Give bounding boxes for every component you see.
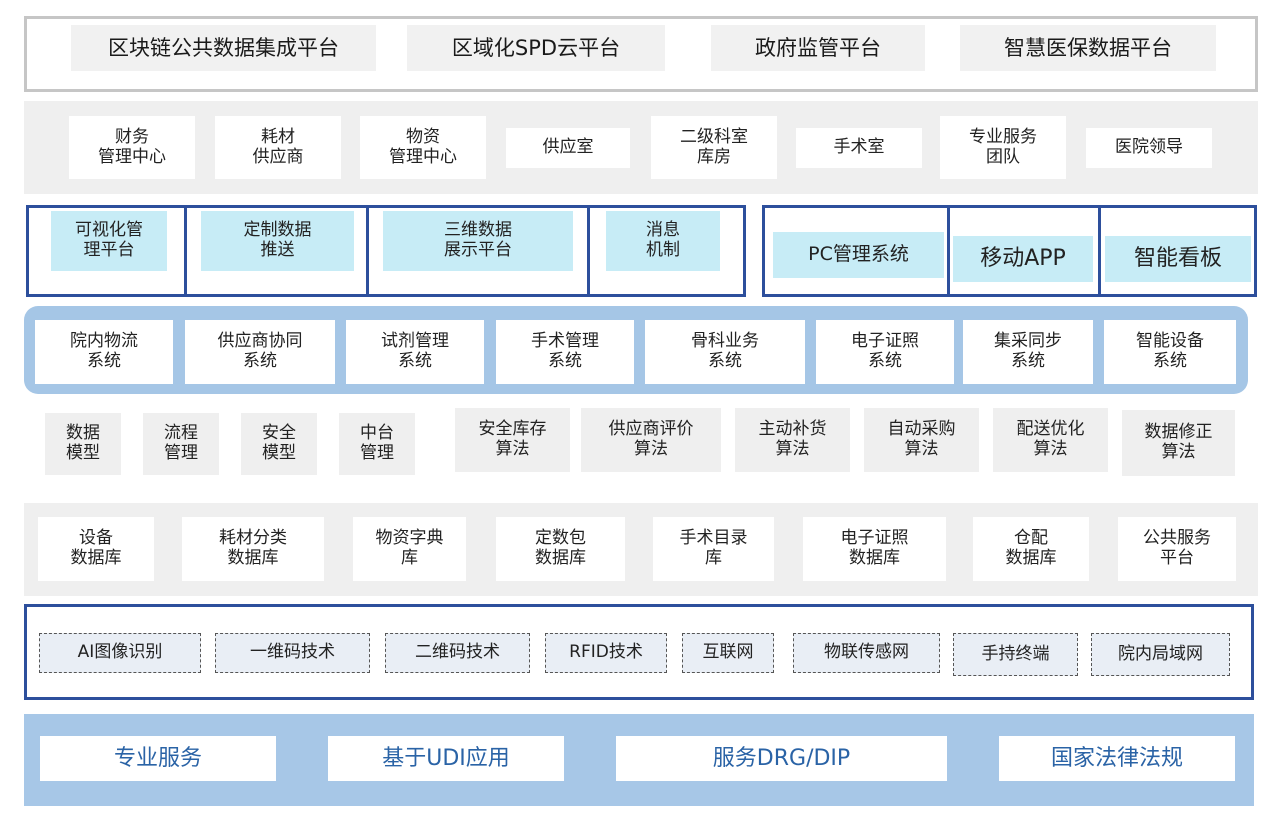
platform-government: 政府监管平台 — [711, 25, 925, 71]
database-layer: 设备 数据库 耗材分类 数据库 物资字典 库 定数包 数据库 手术目录 库 电子… — [24, 503, 1258, 596]
presentation-left-frame: 可视化管 理平台 定制数据 推送 三维数据 展示平台 消息 机制 — [26, 205, 746, 297]
dept-finance: 财务 管理中心 — [69, 116, 195, 179]
db-e-license: 电子证照 数据库 — [803, 517, 946, 581]
divider — [366, 208, 369, 294]
tech-hospital-lan: 院内局域网 — [1091, 633, 1230, 676]
system-procurement-sync: 集采同步 系统 — [963, 320, 1093, 384]
security-model: 安全 模型 — [241, 413, 317, 475]
supplier-evaluation-algorithm: 供应商评价 算法 — [581, 408, 721, 472]
department-layer: 财务 管理中心 耗材 供应商 物资 管理中心 供应室 二级科室 库房 手术室 专… — [24, 101, 1258, 194]
tech-iot-sensor-network: 物联传感网 — [793, 633, 940, 673]
dept-operating-room: 手术室 — [796, 128, 922, 168]
data-model: 数据 模型 — [45, 413, 121, 475]
delivery-optimization-algorithm: 配送优化 算法 — [993, 408, 1108, 472]
public-service-platform: 公共服务 平台 — [1118, 517, 1236, 581]
safety-stock-algorithm: 安全库存 算法 — [455, 408, 570, 472]
system-smart-devices: 智能设备 系统 — [1104, 320, 1236, 384]
platform-medical-insurance: 智慧医保数据平台 — [960, 25, 1216, 71]
dept-service-team: 专业服务 团队 — [940, 116, 1066, 179]
drg-dip-service: 服务DRG/DIP — [616, 736, 947, 781]
system-supplier-collaboration: 供应商协同 系统 — [185, 320, 335, 384]
system-layer: 院内物流 系统 供应商协同 系统 试剂管理 系统 手术管理 系统 骨科业务 系统… — [24, 306, 1248, 394]
professional-service: 专业服务 — [40, 736, 276, 781]
system-e-license: 电子证照 系统 — [816, 320, 954, 384]
divider — [947, 208, 950, 294]
system-logistics: 院内物流 系统 — [35, 320, 173, 384]
visual-management-platform: 可视化管 理平台 — [51, 211, 167, 271]
divider — [1098, 208, 1101, 294]
smart-dashboard: 智能看板 — [1105, 236, 1251, 282]
system-surgery: 手术管理 系统 — [496, 320, 634, 384]
udi-application: 基于UDI应用 — [328, 736, 564, 781]
dept-supplier: 耗材 供应商 — [215, 116, 341, 179]
tech-handheld-terminal: 手持终端 — [953, 633, 1078, 676]
db-material-dictionary: 物资字典 库 — [353, 517, 466, 581]
tech-ai-image-recognition: AI图像识别 — [39, 633, 201, 673]
middle-platform-management: 中台 管理 — [339, 413, 415, 475]
tech-barcode-1d: 一维码技术 — [215, 633, 370, 673]
tech-rfid: RFID技术 — [545, 633, 667, 673]
db-equipment: 设备 数据库 — [38, 517, 154, 581]
platform-layer: 区块链公共数据集成平台 区域化SPD云平台 政府监管平台 智慧医保数据平台 — [24, 16, 1258, 92]
tech-qrcode-2d: 二维码技术 — [385, 633, 530, 673]
dept-secondary-warehouse: 二级科室 库房 — [651, 116, 777, 179]
db-warehouse-distribution: 仓配 数据库 — [973, 517, 1089, 581]
db-consumable-classification: 耗材分类 数据库 — [182, 517, 324, 581]
platform-blockchain: 区块链公共数据集成平台 — [71, 25, 376, 71]
technology-layer: AI图像识别 一维码技术 二维码技术 RFID技术 互联网 物联传感网 手持终端… — [24, 604, 1254, 700]
3d-data-display-platform: 三维数据 展示平台 — [383, 211, 573, 271]
data-correction-algorithm: 数据修正 算法 — [1122, 410, 1235, 476]
foundation-layer: 专业服务 基于UDI应用 服务DRG/DIP 国家法律法规 — [24, 714, 1254, 806]
pc-management-system: PC管理系统 — [773, 232, 944, 278]
divider — [587, 208, 590, 294]
national-laws-regulations: 国家法律法规 — [999, 736, 1235, 781]
platform-spd-cloud: 区域化SPD云平台 — [407, 25, 665, 71]
process-management: 流程 管理 — [143, 413, 219, 475]
system-orthopedics: 骨科业务 系统 — [645, 320, 805, 384]
active-replenishment-algorithm: 主动补货 算法 — [735, 408, 850, 472]
dept-material-center: 物资 管理中心 — [360, 116, 486, 179]
presentation-right-frame: PC管理系统 移动APP 智能看板 — [762, 205, 1257, 297]
dept-supply-room: 供应室 — [506, 128, 630, 168]
mobile-app: 移动APP — [953, 236, 1093, 282]
tech-internet: 互联网 — [682, 633, 774, 673]
system-reagent: 试剂管理 系统 — [346, 320, 484, 384]
auto-procurement-algorithm: 自动采购 算法 — [864, 408, 979, 472]
db-fixed-package: 定数包 数据库 — [496, 517, 625, 581]
db-surgery-catalog: 手术目录 库 — [653, 517, 774, 581]
message-mechanism: 消息 机制 — [606, 211, 720, 271]
dept-hospital-leader: 医院领导 — [1086, 128, 1212, 168]
custom-data-push: 定制数据 推送 — [201, 211, 354, 271]
divider — [184, 208, 187, 294]
